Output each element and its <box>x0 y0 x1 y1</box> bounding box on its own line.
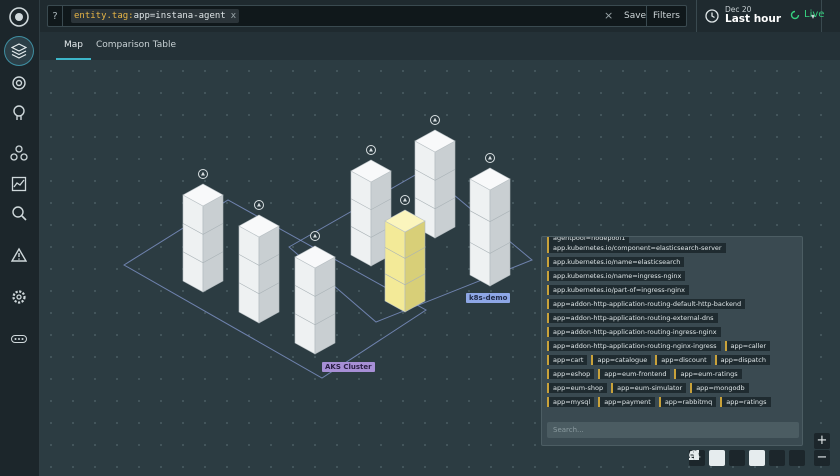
tag-search-input[interactable]: Search... <box>547 422 799 438</box>
tag-item[interactable]: app=dispatch <box>714 355 770 365</box>
host-tower[interactable] <box>469 153 511 287</box>
tag-item[interactable]: app=discount <box>655 355 711 365</box>
tag-item[interactable]: app=eum-shop <box>547 383 608 393</box>
host-tower[interactable] <box>294 231 336 355</box>
applications-icon[interactable] <box>8 72 30 94</box>
host-tower[interactable] <box>182 169 224 293</box>
time-picker-range: Last hour <box>725 13 782 25</box>
events-warning-icon[interactable] <box>8 244 30 266</box>
layout-view-icon[interactable] <box>689 450 745 466</box>
tag-item[interactable]: app=catalogue <box>591 355 652 365</box>
filter-chip-remove-icon[interactable]: x <box>231 9 236 23</box>
filters-dropdown[interactable]: Filters ▾ <box>646 6 686 41</box>
live-toggle[interactable]: Live <box>790 9 824 20</box>
tag-toggle-icon[interactable] <box>689 450 765 466</box>
infrastructure-icon[interactable] <box>5 37 33 65</box>
settings-gear-icon[interactable] <box>8 286 30 308</box>
save-button[interactable]: Save <box>624 6 646 26</box>
sidebar <box>0 0 40 476</box>
analytics-icon[interactable] <box>8 173 30 195</box>
infrastructure-map[interactable]: AKS Cluster k8s-demo agentpool=nodepool1… <box>40 60 840 476</box>
host-tower[interactable] <box>238 200 280 324</box>
tag-item[interactable]: app=addon-http-application-routing-ingre… <box>547 327 721 337</box>
services-icon[interactable] <box>8 142 30 164</box>
aks-cluster-label[interactable]: AKS Cluster <box>322 362 375 372</box>
clock-icon <box>705 8 719 23</box>
view-tabs: Map Comparison Table <box>40 32 840 60</box>
filter-chip-value: app=instana-agent <box>133 11 226 21</box>
tag-panel: agentpool=nodepool1 app.kubernetes.io/com… <box>541 236 803 446</box>
live-label: Live <box>804 9 825 20</box>
tag-item[interactable]: app.kubernetes.io/name=elasticsearch <box>547 257 685 267</box>
tag-item[interactable]: app=eum-simulator <box>611 383 687 393</box>
tag-item[interactable]: app=eum-ratings <box>674 369 742 379</box>
instana-logo-icon[interactable] <box>8 6 30 28</box>
color-mode-icon[interactable] <box>689 450 785 466</box>
k8s-demo-label[interactable]: k8s-demo <box>466 293 511 303</box>
tag-item[interactable]: app=ratings <box>720 397 771 407</box>
top-bar: ? entity.tag:app=instana-agent x × Save … <box>40 0 840 41</box>
tag-item[interactable]: app=caller <box>724 341 771 351</box>
tag-list: agentpool=nodepool1 app.kubernetes.io/com… <box>547 237 799 411</box>
tag-item[interactable]: app=payment <box>598 397 655 407</box>
clear-search-icon[interactable]: × <box>604 9 613 22</box>
tag-item[interactable]: app=cart <box>547 355 588 365</box>
tag-item[interactable]: app=rabbitmq <box>658 397 717 407</box>
map-controls: ··· <box>689 450 805 466</box>
zoom-out-button[interactable]: − <box>814 450 830 466</box>
tab-map[interactable]: Map <box>56 32 91 60</box>
more-options-icon[interactable] <box>8 328 30 350</box>
filter-chip-key: entity.tag: <box>74 11 134 21</box>
zoom-in-button[interactable]: + <box>814 433 830 449</box>
tag-item[interactable]: app.kubernetes.io/name=ingress-nginx <box>547 271 686 281</box>
tag-item[interactable]: app.kubernetes.io/component=elasticsearc… <box>547 243 726 253</box>
search-help-button[interactable]: ? <box>48 6 63 26</box>
tab-comparison-table[interactable]: Comparison Table <box>96 32 176 60</box>
app-root: ? entity.tag:app=instana-agent x × Save … <box>0 0 840 476</box>
grid-view-icon[interactable] <box>689 450 725 466</box>
tag-item[interactable]: app=addon-http-application-routing-exter… <box>547 313 718 323</box>
tag-item[interactable]: app=addon-http-application-routing-defau… <box>547 299 746 309</box>
history-icon[interactable] <box>689 450 805 466</box>
tag-item[interactable]: app.kubernetes.io/part-of=ingress-nginx <box>547 285 689 295</box>
tag-item[interactable]: app=mongodb <box>690 383 749 393</box>
websites-icon[interactable] <box>8 102 30 124</box>
filter-chip[interactable]: entity.tag:app=instana-agent x <box>71 9 240 23</box>
live-refresh-icon <box>790 10 800 19</box>
tag-item[interactable]: app=addon-http-application-routing-nginx… <box>547 341 721 351</box>
dynamic-focus-search[interactable]: ? entity.tag:app=instana-agent x × Save … <box>47 5 687 41</box>
tag-item[interactable]: app=eshop <box>547 369 595 379</box>
tag-item[interactable]: app=eum-frontend <box>598 369 671 379</box>
tag-item[interactable]: app=mysql <box>547 397 595 407</box>
search-analytics-icon[interactable] <box>8 202 30 224</box>
